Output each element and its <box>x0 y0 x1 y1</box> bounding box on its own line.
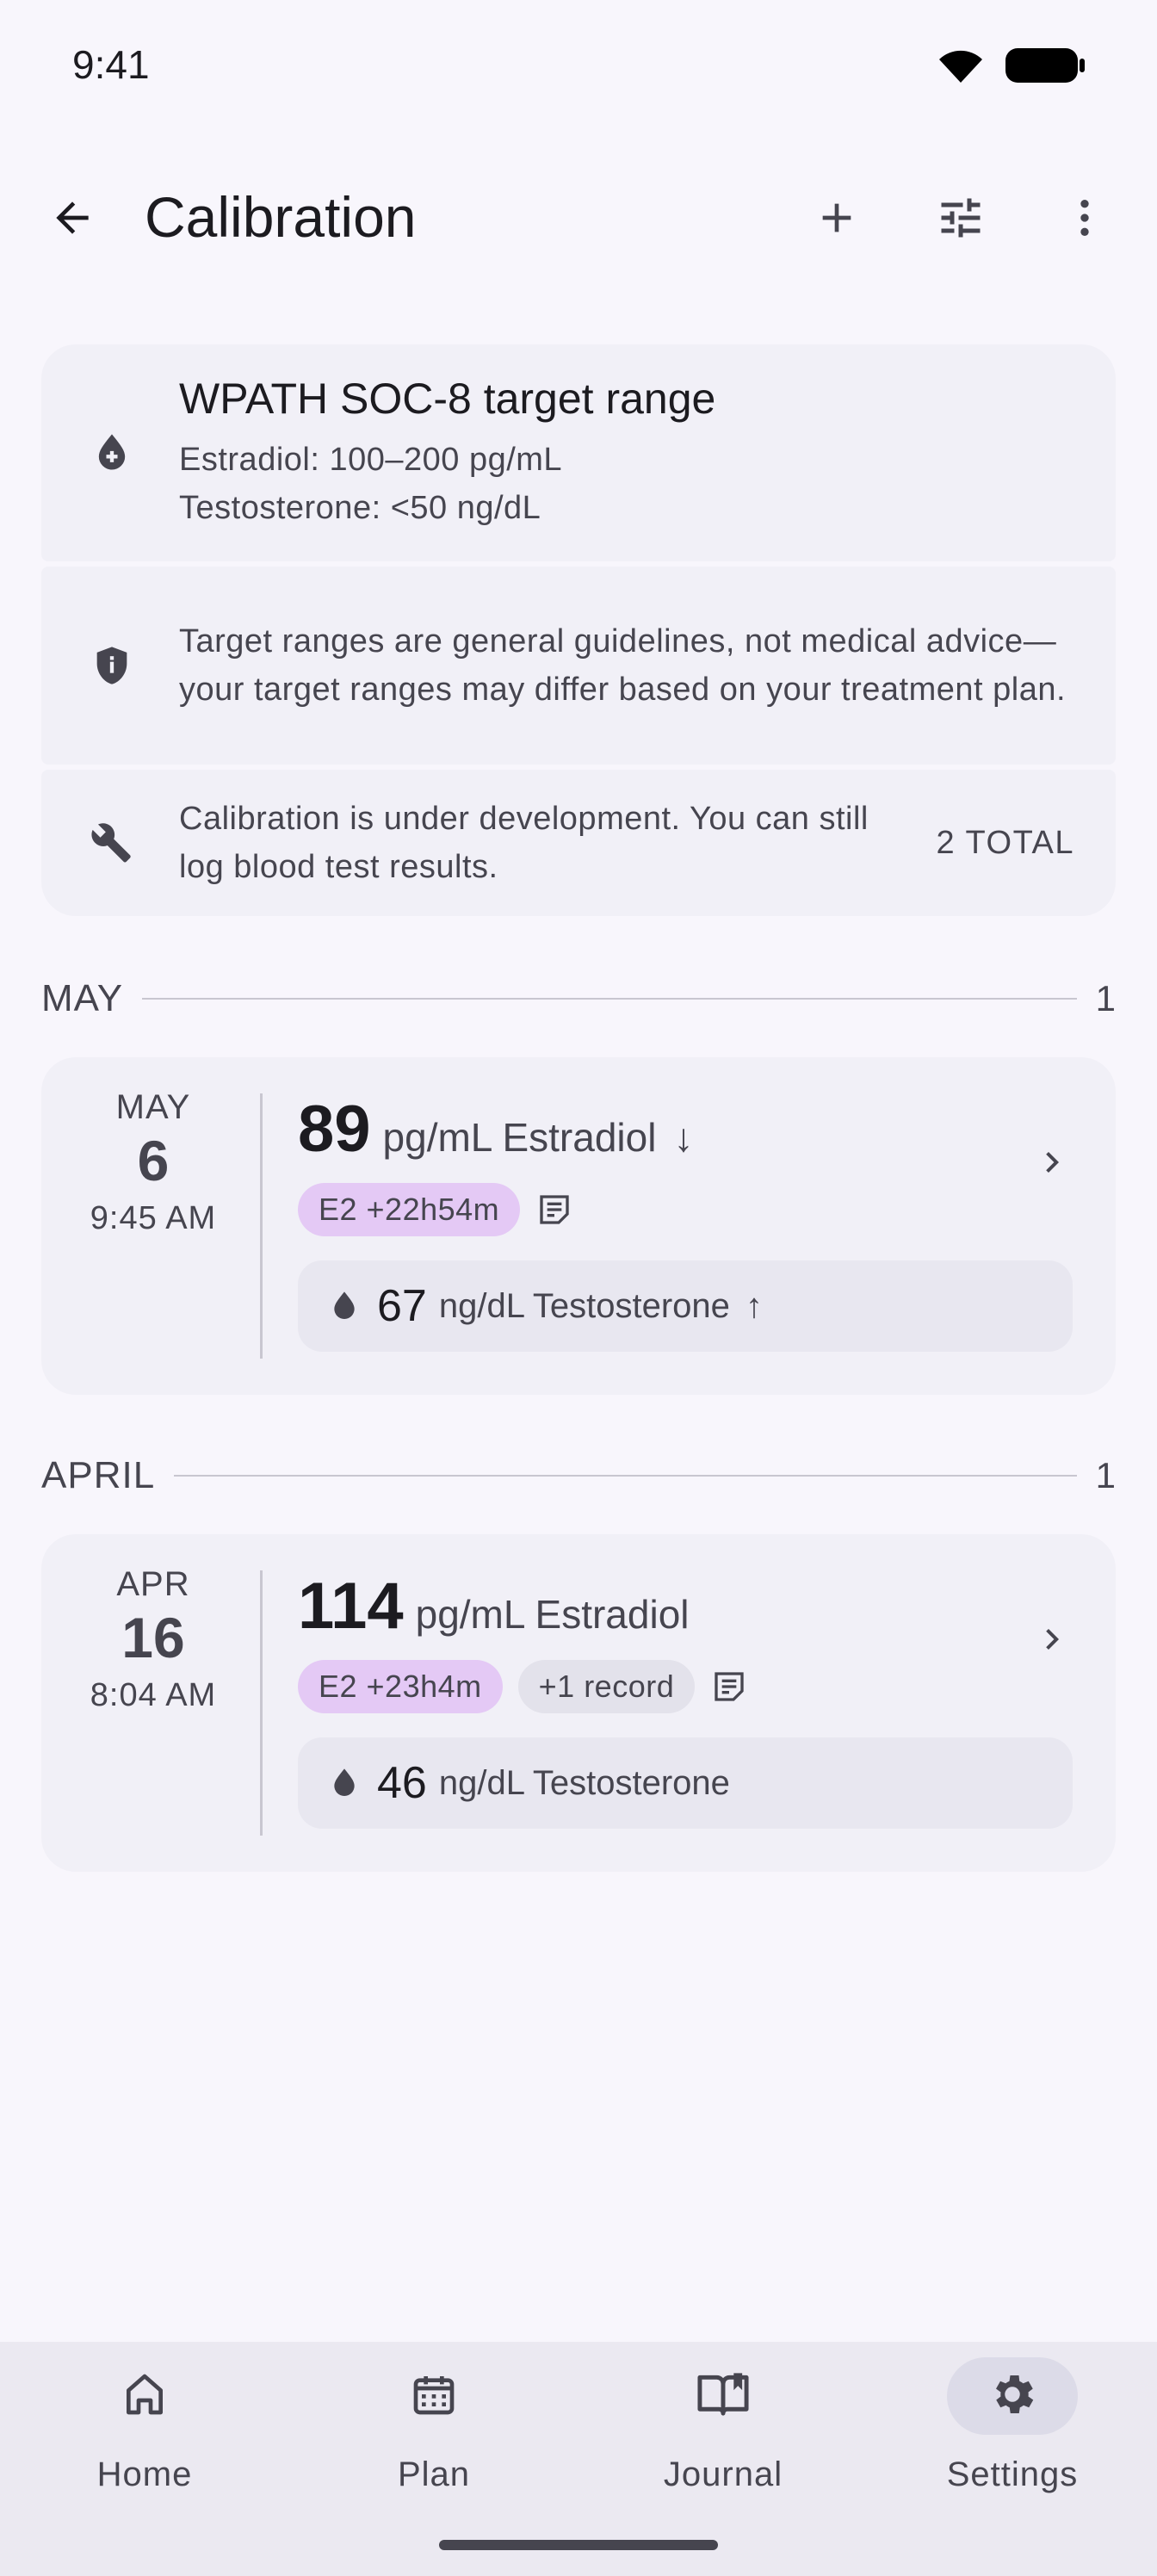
testosterone-value: 67 <box>377 1281 427 1331</box>
nav-label: Home <box>96 2455 193 2493</box>
status-icons <box>935 46 1085 89</box>
section-header-april: APRIL 1 <box>41 1450 1116 1502</box>
plus-icon <box>813 194 861 246</box>
open-entry-button[interactable] <box>1021 1610 1083 1672</box>
add-button[interactable] <box>795 178 878 261</box>
trend-up-icon: ↑ <box>745 1286 763 1325</box>
target-estradiol: Estradiol: 100–200 pg/mL <box>179 442 563 478</box>
nav-item-plan[interactable]: Plan <box>289 2342 578 2514</box>
nav-icon-container <box>93 2357 196 2435</box>
testosterone-reading: 67 ng/dL Testosterone ↑ <box>298 1260 1073 1352</box>
nav-label: Journal <box>663 2455 783 2493</box>
nav-icon-container-active <box>947 2357 1078 2435</box>
section-divider <box>174 1475 1077 1477</box>
status-bar: 9:41 <box>0 0 1157 138</box>
home-indicator <box>439 2540 718 2550</box>
estradiol-value: 89 <box>298 1093 371 1166</box>
testosterone-unit: ng/dL Testosterone <box>438 1763 730 1802</box>
entry-day: 16 <box>121 1606 185 1669</box>
entry-divider <box>260 1093 263 1359</box>
section-count: 1 <box>1095 978 1116 1019</box>
shield-info-icon <box>88 641 136 690</box>
entry-day: 6 <box>137 1129 170 1192</box>
target-testosterone: Testosterone: <50 ng/dL <box>179 490 541 526</box>
nav-icon-container <box>671 2357 775 2435</box>
trend-down-icon: ↓ <box>673 1115 694 1160</box>
testosterone-reading: 46 ng/dL Testosterone <box>298 1737 1073 1829</box>
section-header-may: MAY 1 <box>41 973 1116 1025</box>
estradiol-reading: 114 pg/mL Estradiol <box>298 1569 690 1644</box>
blood-test-entry-may-6[interactable]: MAY 6 9:45 AM 89 pg/mL Estradiol ↓ E2 +2… <box>41 1057 1116 1395</box>
back-button[interactable] <box>31 178 114 261</box>
estradiol-value: 114 <box>298 1570 404 1643</box>
gear-icon <box>987 2369 1038 2424</box>
testosterone-value: 46 <box>377 1758 427 1808</box>
section-label: MAY <box>41 977 124 1019</box>
estradiol-unit: pg/mL Estradiol <box>382 1115 657 1160</box>
tune-icon <box>935 192 987 248</box>
testosterone-unit: ng/dL Testosterone <box>438 1286 730 1325</box>
dose-timing-chip: E2 +22h54m <box>298 1183 521 1236</box>
info-card-group: WPATH SOC-8 target range Estradiol: 100–… <box>41 344 1116 921</box>
more-vert-icon <box>1061 194 1109 246</box>
entry-date: APR 16 8:04 AM <box>41 1534 265 1872</box>
more-options-button[interactable] <box>1043 178 1126 261</box>
entry-divider <box>260 1570 263 1836</box>
entry-month: MAY <box>115 1088 191 1126</box>
entry-month: APR <box>116 1565 190 1603</box>
status-time: 9:41 <box>72 42 150 87</box>
total-count: 2 TOTAL <box>936 824 1074 861</box>
open-entry-button[interactable] <box>1021 1133 1083 1195</box>
entry-time: 8:04 AM <box>90 1677 217 1713</box>
chevron-right-icon <box>1031 1619 1073 1664</box>
nav-icon-container <box>382 2357 486 2435</box>
entry-chips: E2 +23h4m +1 record <box>298 1660 748 1713</box>
home-icon <box>121 2370 169 2423</box>
nav-label: Settings <box>946 2455 1079 2493</box>
disclaimer-row: Target ranges are general guidelines, no… <box>41 567 1116 765</box>
top-app-bar: Calibration <box>0 155 1157 284</box>
tools-icon <box>88 819 136 867</box>
page-title: Calibration <box>145 185 417 249</box>
estradiol-reading: 89 pg/mL Estradiol ↓ <box>298 1092 693 1167</box>
target-range-row: WPATH SOC-8 target range Estradiol: 100–… <box>41 344 1116 561</box>
note-icon <box>535 1191 573 1229</box>
target-range-title: WPATH SOC-8 target range <box>179 375 716 423</box>
wifi-icon <box>935 46 987 89</box>
section-count: 1 <box>1095 1455 1116 1495</box>
chevron-right-icon <box>1031 1142 1073 1187</box>
note-icon <box>710 1668 748 1706</box>
battery-icon <box>1005 46 1085 89</box>
filter-button[interactable] <box>919 178 1002 261</box>
development-note-text: Calibration is under development. You ca… <box>179 801 869 885</box>
blood-test-entry-apr-16[interactable]: APR 16 8:04 AM 114 pg/mL Estradiol E2 +2… <box>41 1534 1116 1872</box>
nav-item-settings[interactable]: Settings <box>868 2342 1157 2514</box>
nav-item-journal[interactable]: Journal <box>578 2342 868 2514</box>
nav-label: Plan <box>397 2455 471 2493</box>
dose-timing-chip: E2 +23h4m <box>298 1660 503 1713</box>
section-divider <box>142 998 1077 1000</box>
blood-drop-icon <box>325 1287 363 1325</box>
nav-item-home[interactable]: Home <box>0 2342 289 2514</box>
estradiol-unit: pg/mL Estradiol <box>415 1592 690 1637</box>
development-note-row: Calibration is under development. You ca… <box>41 770 1116 916</box>
book-icon <box>696 2370 751 2423</box>
blood-drop-plus-icon <box>88 429 136 477</box>
disclaimer-text: Target ranges are general guidelines, no… <box>179 623 1067 708</box>
entry-chips: E2 +22h54m <box>298 1183 573 1236</box>
section-label: APRIL <box>41 1454 156 1496</box>
extra-record-chip: +1 record <box>517 1660 696 1713</box>
entry-date: MAY 6 9:45 AM <box>41 1057 265 1395</box>
entry-time: 9:45 AM <box>90 1200 217 1236</box>
calendar-icon <box>410 2370 458 2423</box>
arrow-back-icon <box>48 194 96 246</box>
blood-drop-icon <box>325 1764 363 1802</box>
